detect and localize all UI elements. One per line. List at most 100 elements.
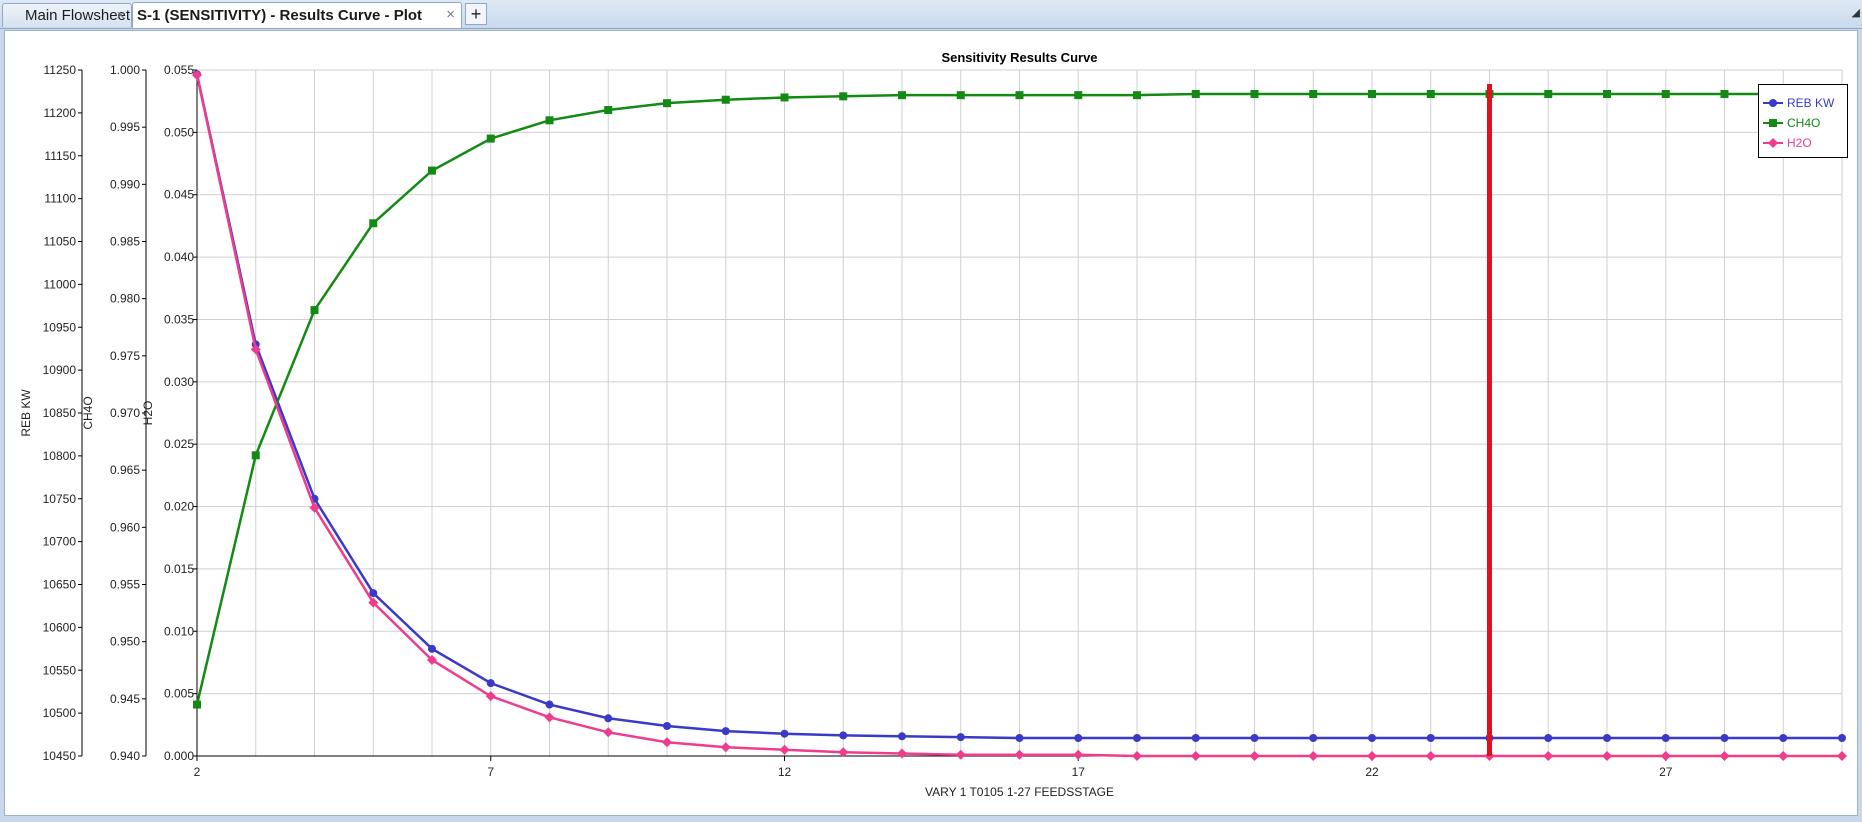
x-tick-label: 22 (1365, 765, 1379, 779)
data-point (486, 134, 495, 143)
data-point (1779, 733, 1788, 742)
y-tick-label: 10500 (43, 706, 77, 720)
data-point (193, 700, 201, 709)
y-tick-label: 11150 (44, 149, 76, 163)
data-point (1308, 751, 1319, 761)
y-tick-label: 11100 (44, 192, 76, 206)
y-tick-label: 10550 (43, 663, 77, 677)
y-tick-label: 0.970 (110, 406, 140, 420)
data-point (1133, 91, 1141, 100)
data-point (1602, 751, 1612, 761)
y-tick-label: 10850 (43, 406, 77, 420)
data-point (1074, 733, 1083, 742)
y-tick-label: 0.010 (164, 624, 194, 638)
y-tick-label: 0.040 (164, 250, 194, 264)
data-point (663, 721, 671, 730)
y-tick-label: 10450 (43, 749, 77, 763)
legend-label: CH4O (1787, 116, 1821, 130)
circle-marker-icon (1763, 99, 1783, 107)
data-point (604, 714, 613, 723)
y-tick-label: 0.030 (164, 375, 194, 389)
y-tick-label: 0.035 (164, 312, 194, 326)
y-tick-label: 0.980 (110, 292, 140, 306)
x-tick-label: 27 (1659, 765, 1673, 779)
data-point (1014, 749, 1025, 760)
data-point (1603, 733, 1611, 742)
data-point (310, 306, 319, 315)
data-point (545, 116, 554, 125)
data-point (251, 451, 260, 460)
y-tick-label: 10700 (43, 535, 77, 549)
data-point (898, 732, 906, 741)
legend-item-ch4o: CH4O (1763, 113, 1847, 133)
data-point (663, 99, 671, 108)
y-tick-label: 0.005 (164, 687, 194, 701)
data-point (1425, 751, 1436, 761)
data-point (898, 91, 906, 100)
y-tick-label: 0.945 (110, 692, 140, 706)
y-tick-label: 0.985 (110, 235, 140, 249)
data-point (1544, 733, 1553, 742)
data-point (1250, 733, 1259, 742)
data-point (1015, 733, 1024, 742)
data-point (1778, 751, 1789, 761)
data-point (780, 729, 789, 738)
x-tick-label: 17 (1072, 765, 1086, 779)
data-point (1132, 751, 1142, 761)
x-tick-label: 12 (778, 765, 792, 779)
y-tick-label: 10950 (43, 320, 77, 334)
y-tick-label: 0.960 (110, 520, 140, 534)
sensitivity-chart[interactable]: Sensitivity Results Curve2 7 12 17 22 27VARY … (0, 0, 1862, 822)
data-point (1074, 91, 1083, 100)
y-tick-label: 11000 (44, 277, 77, 291)
data-point (897, 748, 907, 759)
y-tick-label: 0.055 (164, 63, 194, 77)
data-point (1367, 751, 1377, 761)
square-marker-icon (1763, 119, 1783, 127)
data-point (779, 744, 790, 755)
data-point (1720, 733, 1729, 742)
data-point (1603, 90, 1611, 99)
y-tick-label: 10750 (43, 492, 77, 506)
data-point (1837, 751, 1847, 761)
x-axis-label: VARY 1 T0105 1-27 FEEDSSTAGE (925, 785, 1114, 799)
y-tick-label: 0.990 (110, 177, 140, 191)
y-tick-label: 11200 (44, 106, 77, 120)
data-point (1309, 90, 1318, 99)
y-tick-label: 0.015 (164, 562, 194, 576)
data-point (604, 106, 613, 115)
y-tick-label: 0.995 (110, 120, 140, 134)
data-point (1661, 733, 1670, 742)
legend-label: REB KW (1787, 96, 1835, 110)
data-point (1249, 751, 1260, 761)
data-point (839, 731, 848, 740)
y-tick-label: 11050 (44, 235, 77, 249)
data-point (1660, 751, 1671, 761)
y-axis-label: CH4O (81, 396, 95, 429)
y-tick-label: 0.000 (164, 749, 194, 763)
y-tick-label: 10600 (43, 620, 77, 634)
data-point (1426, 90, 1435, 99)
data-point (1544, 90, 1553, 99)
data-point (1073, 749, 1084, 760)
y-axis-label: REB KW (19, 389, 33, 437)
chart-legend: REB KW CH4O H2O (1758, 84, 1848, 158)
data-point (1250, 90, 1259, 99)
data-point (544, 712, 555, 723)
data-point (1838, 733, 1846, 742)
y-tick-label: 0.940 (110, 749, 140, 763)
data-point (1368, 90, 1376, 99)
data-point (1190, 751, 1201, 761)
data-point (428, 644, 436, 653)
data-point (1133, 733, 1141, 742)
data-point (721, 95, 730, 104)
data-point (1426, 733, 1435, 742)
chart-title: Sensitivity Results Curve (941, 50, 1097, 65)
data-point (1719, 751, 1730, 761)
data-point (780, 93, 789, 102)
data-point (1191, 90, 1200, 99)
data-point (662, 737, 672, 748)
data-point (721, 727, 730, 736)
data-point (428, 166, 436, 175)
data-point (1309, 733, 1318, 742)
